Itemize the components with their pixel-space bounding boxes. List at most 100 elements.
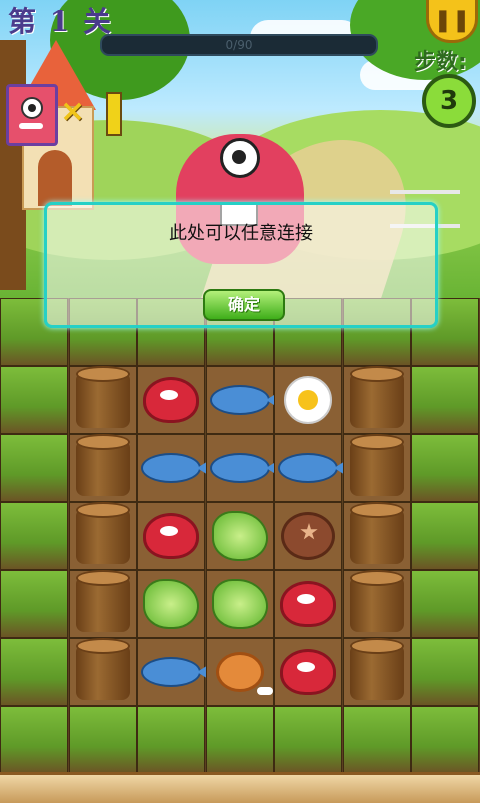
board-cell xyxy=(411,434,479,502)
stump-tile xyxy=(70,570,136,637)
target-monster-icon xyxy=(6,84,58,146)
board-cell[interactable] xyxy=(137,638,213,706)
board-cell[interactable] xyxy=(343,434,411,502)
meat-tile xyxy=(138,503,204,569)
score-progress-bar: 0/90 xyxy=(100,34,378,56)
board-cell[interactable] xyxy=(274,434,350,502)
stump-tile xyxy=(70,434,136,501)
board-cell xyxy=(0,502,68,570)
board-cell[interactable] xyxy=(274,366,342,434)
stump-icon xyxy=(350,434,404,496)
board-cell[interactable] xyxy=(206,502,274,570)
stump-tile xyxy=(70,638,136,705)
egg-tile xyxy=(275,367,341,433)
steps-badge: 3 xyxy=(422,74,476,128)
tutorial-dialog: 此处可以任意连接 确定 xyxy=(44,202,438,328)
mushroom-icon xyxy=(281,512,335,560)
drumstick-icon xyxy=(216,652,273,695)
board-cell[interactable] xyxy=(206,434,282,502)
target-multiply-sign: × xyxy=(60,94,86,129)
steps-label: 步数: xyxy=(414,50,467,75)
lettuce-icon xyxy=(143,579,199,629)
board-cell[interactable] xyxy=(137,366,205,434)
board-cell[interactable] xyxy=(206,638,274,706)
fish-icon xyxy=(210,453,282,483)
board-cell xyxy=(206,706,274,774)
wooden-plank xyxy=(0,772,480,803)
stump-icon xyxy=(350,366,404,428)
fish-icon xyxy=(141,657,213,687)
fish-tile xyxy=(207,435,282,501)
board-cell[interactable] xyxy=(274,638,342,706)
board-cell xyxy=(411,570,479,638)
board-cell[interactable] xyxy=(343,366,411,434)
board-cell[interactable] xyxy=(343,502,411,570)
board-cell[interactable] xyxy=(206,366,282,434)
egg-icon xyxy=(284,376,332,424)
lettuce-tile xyxy=(207,503,273,569)
meat-icon xyxy=(143,513,199,559)
board-cell xyxy=(411,502,479,570)
board-cell xyxy=(411,638,479,706)
board-cell xyxy=(0,638,68,706)
footprint-icon: ❚❚ xyxy=(433,7,471,33)
board-cell[interactable] xyxy=(274,570,342,638)
stump-icon xyxy=(76,638,130,700)
stump-tile xyxy=(70,366,136,433)
board-cell xyxy=(274,706,342,774)
progress-text: 0/90 xyxy=(225,38,253,52)
board-cell xyxy=(0,570,68,638)
stump-tile xyxy=(344,434,410,501)
steps-value: 3 xyxy=(439,86,459,116)
meat-tile xyxy=(275,639,341,705)
board-cell[interactable] xyxy=(137,434,213,502)
dialog-message: 此处可以任意连接 xyxy=(169,223,313,244)
board-cell[interactable] xyxy=(69,638,137,706)
stump-icon xyxy=(350,570,404,632)
board-cell[interactable] xyxy=(137,502,205,570)
stump-tile xyxy=(344,366,410,433)
fish-icon xyxy=(278,453,350,483)
stump-icon xyxy=(350,502,404,564)
game-board xyxy=(0,298,480,800)
lettuce-icon xyxy=(212,511,268,561)
board-cell[interactable] xyxy=(69,434,137,502)
stump-icon xyxy=(76,502,130,564)
stump-icon xyxy=(76,366,130,428)
meat-tile xyxy=(275,571,341,637)
board-cell xyxy=(411,366,479,434)
board-cell[interactable] xyxy=(69,366,137,434)
stump-tile xyxy=(344,570,410,637)
fish-icon xyxy=(141,453,213,483)
target-count xyxy=(106,92,122,136)
meat-tile xyxy=(138,367,204,433)
fish-icon xyxy=(210,385,282,415)
confirm-button[interactable]: 确定 xyxy=(203,289,285,321)
lettuce-icon xyxy=(212,579,268,629)
board-cell[interactable] xyxy=(137,570,205,638)
fish-tile xyxy=(138,639,213,705)
stump-tile xyxy=(344,502,410,569)
board-cell[interactable] xyxy=(343,570,411,638)
board-cell[interactable] xyxy=(343,638,411,706)
fish-tile xyxy=(207,367,282,433)
board-cell xyxy=(411,706,479,774)
level-title: 第 1 关 xyxy=(8,5,113,38)
board-cell[interactable] xyxy=(69,570,137,638)
stump-icon xyxy=(350,638,404,700)
board-cell xyxy=(0,366,68,434)
board-cell[interactable] xyxy=(69,502,137,570)
lettuce-tile xyxy=(207,571,273,637)
meat-icon xyxy=(280,581,336,627)
stump-tile xyxy=(344,638,410,705)
board-cell[interactable] xyxy=(274,502,342,570)
board-cell xyxy=(69,706,137,774)
fish-tile xyxy=(275,435,350,501)
stump-icon xyxy=(76,434,130,496)
stump-tile xyxy=(70,502,136,569)
pause-button[interactable]: ❚❚ xyxy=(426,0,478,43)
board-cell xyxy=(0,706,68,774)
board-cell xyxy=(343,706,411,774)
fish-tile xyxy=(138,435,213,501)
board-cell[interactable] xyxy=(206,570,274,638)
